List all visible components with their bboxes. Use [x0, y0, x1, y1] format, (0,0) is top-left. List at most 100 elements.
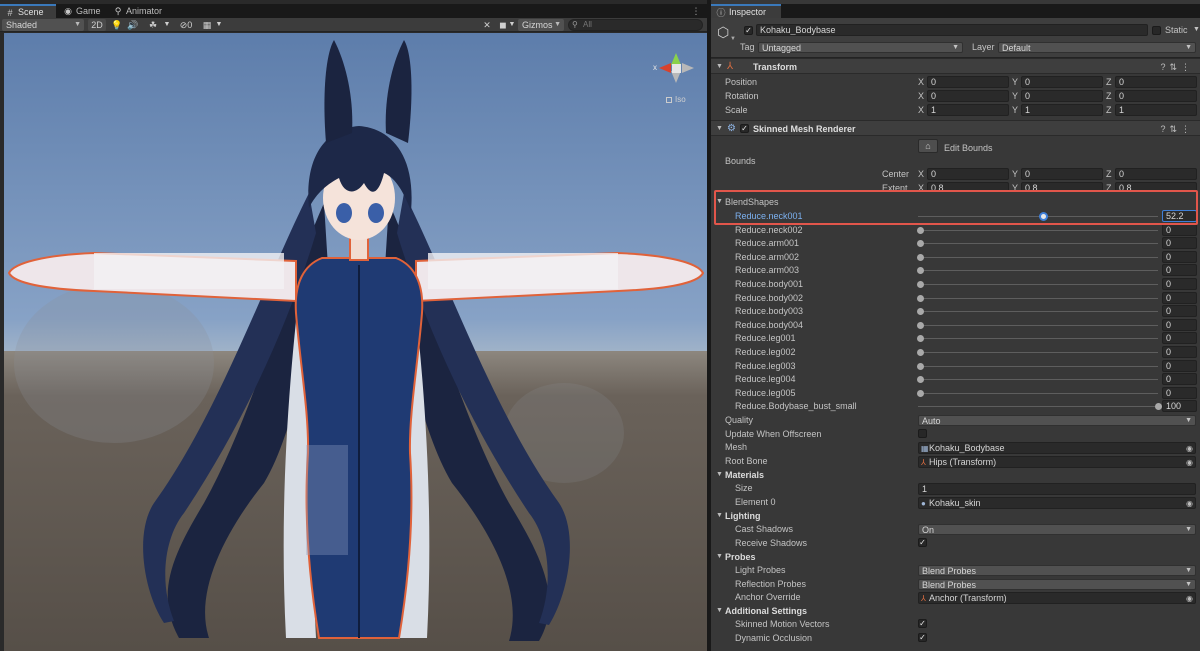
scale-y-field[interactable]: 1: [1021, 104, 1103, 116]
smr-enabled-checkbox[interactable]: ✓: [740, 124, 749, 133]
scene-search-input[interactable]: ⚲ All: [568, 19, 703, 31]
blendshape-slider-knob[interactable]: [917, 294, 924, 302]
object-picker-icon[interactable]: ◉: [1186, 443, 1193, 454]
chevron-down-icon[interactable]: ▼: [730, 36, 736, 42]
blendshape-slider-track[interactable]: [918, 379, 1158, 380]
blendshape-slider-track[interactable]: [918, 325, 1158, 326]
tab-game[interactable]: ◉ Game: [58, 4, 108, 18]
blendshape-slider-track[interactable]: [918, 406, 1158, 407]
blendshape-value-field[interactable]: 0: [1162, 237, 1197, 249]
center-z-field[interactable]: 0: [1115, 168, 1197, 180]
blendshape-slider-track[interactable]: [918, 393, 1158, 394]
audio-toggle-icon[interactable]: 🔊: [126, 19, 140, 31]
blendshape-slider-track[interactable]: [918, 243, 1158, 244]
blendshape-slider-track[interactable]: [918, 230, 1158, 231]
blendshape-slider-knob[interactable]: [917, 266, 924, 274]
position-x-field[interactable]: 0: [927, 76, 1009, 88]
object-name-field[interactable]: Kohaku_Bodybase: [756, 24, 1148, 36]
component-menu-icon[interactable]: ⋮: [1181, 62, 1194, 72]
blendshapes-fold-icon[interactable]: ▼: [716, 196, 723, 208]
blendshape-value-field[interactable]: 0: [1162, 387, 1197, 399]
static-chevron-icon[interactable]: ▼: [1193, 24, 1200, 36]
scale-z-field[interactable]: 1: [1115, 104, 1197, 116]
blendshape-value-field[interactable]: 0: [1162, 292, 1197, 304]
transform-component-header[interactable]: ▼ ⅄ Transform ?⇅⋮: [711, 58, 1200, 74]
blendshape-value-field[interactable]: 0: [1162, 264, 1197, 276]
blendshape-slider-knob[interactable]: [917, 253, 924, 261]
gizmos-dropdown[interactable]: Gizmos ▼: [518, 19, 564, 31]
blendshape-slider-knob[interactable]: [917, 334, 924, 342]
component-menu-icon[interactable]: ⋮: [1181, 124, 1194, 134]
blendshape-slider-knob[interactable]: [1039, 211, 1048, 221]
shading-mode-dropdown[interactable]: Shaded ▼: [2, 19, 84, 31]
extent-y-field[interactable]: 0.8: [1021, 182, 1103, 190]
preset-icon[interactable]: ⇅: [1169, 124, 1181, 134]
iso-toggle[interactable]: Iso: [666, 95, 686, 104]
quality-dropdown[interactable]: Auto ▼: [918, 415, 1196, 426]
blendshape-slider-knob[interactable]: [917, 375, 924, 383]
blendshape-slider-knob[interactable]: [917, 239, 924, 247]
scene-tab-menu-icon[interactable]: ⋮: [689, 5, 703, 17]
tab-inspector[interactable]: ⓘ Inspector: [711, 4, 781, 18]
update-offscreen-checkbox[interactable]: [918, 429, 927, 438]
layer-dropdown[interactable]: Default ▼: [998, 42, 1196, 53]
anchor-override-field[interactable]: ⅄ Anchor (Transform) ◉: [918, 592, 1196, 604]
scene-visibility-button[interactable]: ⊘0: [175, 19, 197, 31]
extent-z-field[interactable]: 0.8: [1115, 182, 1197, 190]
probes-fold-icon[interactable]: ▼: [716, 551, 723, 563]
position-y-field[interactable]: 0: [1021, 76, 1103, 88]
root-bone-field[interactable]: ⅄ Hips (Transform) ◉: [918, 456, 1196, 468]
preset-icon[interactable]: ⇅: [1169, 62, 1181, 72]
tools-icon[interactable]: ✕: [480, 19, 494, 31]
object-active-checkbox[interactable]: ✓: [744, 26, 753, 35]
effects-dropdown-chevron-icon[interactable]: ▼: [163, 19, 171, 31]
blendshape-value-field[interactable]: 0: [1162, 319, 1197, 331]
blendshape-slider-track[interactable]: [918, 352, 1158, 353]
center-y-field[interactable]: 0: [1021, 168, 1103, 180]
blendshape-slider-knob[interactable]: [917, 307, 924, 315]
edit-bounds-button[interactable]: ⌂: [918, 139, 938, 153]
blendshape-slider-track[interactable]: [918, 284, 1158, 285]
scene-viewport[interactable]: x Iso: [4, 33, 707, 651]
blendshape-value-field[interactable]: 0: [1162, 305, 1197, 317]
blendshape-slider-knob[interactable]: [1155, 402, 1162, 410]
scale-x-field[interactable]: 1: [927, 104, 1009, 116]
object-picker-icon[interactable]: ◉: [1186, 498, 1193, 509]
object-picker-icon[interactable]: ◉: [1186, 593, 1193, 604]
blendshape-slider-track[interactable]: [918, 298, 1158, 299]
scene-grid-toggle-icon[interactable]: ▦: [200, 19, 214, 31]
static-checkbox[interactable]: [1152, 26, 1161, 35]
blendshape-slider-knob[interactable]: [917, 362, 924, 370]
blendshape-value-field[interactable]: 100: [1162, 400, 1197, 412]
element0-field[interactable]: ● Kohaku_skin ◉: [918, 497, 1196, 509]
rotation-y-field[interactable]: 0: [1021, 90, 1103, 102]
blendshape-slider-knob[interactable]: [917, 389, 924, 397]
reflection-probes-dropdown[interactable]: Blend Probes ▼: [918, 579, 1196, 590]
fold-arrow-icon[interactable]: ▼: [716, 61, 723, 73]
dynamic-occlusion-checkbox[interactable]: ✓: [918, 633, 927, 642]
smr-component-header[interactable]: ▼ ⚙ ✓ Skinned Mesh Renderer ?⇅⋮: [711, 120, 1200, 136]
blendshape-value-field[interactable]: 0: [1162, 332, 1197, 344]
receive-shadows-checkbox[interactable]: ✓: [918, 538, 927, 547]
blendshape-value-field[interactable]: 0: [1162, 224, 1197, 236]
blendshape-value-field[interactable]: 0: [1162, 373, 1197, 385]
blendshape-value-field[interactable]: 0: [1162, 251, 1197, 263]
cast-shadows-dropdown[interactable]: On ▼: [918, 524, 1196, 535]
blendshape-value-field[interactable]: 0: [1162, 278, 1197, 290]
skinned-motion-vectors-checkbox[interactable]: ✓: [918, 619, 927, 628]
materials-fold-icon[interactable]: ▼: [716, 469, 723, 481]
tab-animator[interactable]: ⚲ Animator: [108, 4, 172, 18]
tag-dropdown[interactable]: Untagged ▼: [758, 42, 963, 53]
blendshape-value-field[interactable]: 52.2: [1162, 210, 1197, 222]
additional-settings-fold-icon[interactable]: ▼: [716, 605, 723, 617]
grid-dropdown-chevron-icon[interactable]: ▼: [215, 19, 223, 31]
mesh-field[interactable]: ▦ Kohaku_Bodybase ◉: [918, 442, 1196, 454]
extent-x-field[interactable]: 0.8: [927, 182, 1009, 190]
position-z-field[interactable]: 0: [1115, 76, 1197, 88]
effects-toggle-icon[interactable]: ☘: [144, 19, 162, 31]
object-picker-icon[interactable]: ◉: [1186, 457, 1193, 468]
blendshape-slider-track[interactable]: [918, 216, 1158, 217]
blendshape-slider-knob[interactable]: [917, 321, 924, 329]
blendshape-value-field[interactable]: 0: [1162, 360, 1197, 372]
rotation-x-field[interactable]: 0: [927, 90, 1009, 102]
